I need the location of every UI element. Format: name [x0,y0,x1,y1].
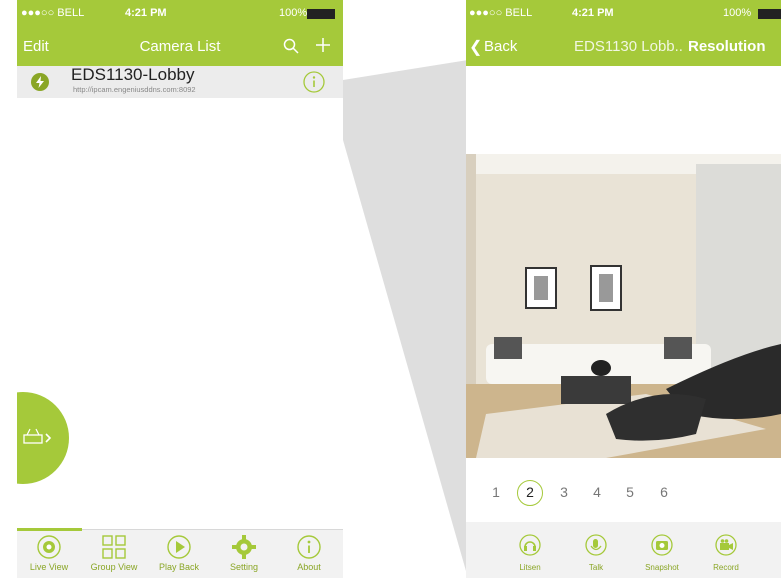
info-icon[interactable] [303,71,325,93]
chevron-left-icon[interactable]: ❮ [469,37,482,57]
tab-label: Group View [90,562,138,572]
camera-list-screen: ●●●○○ BELL 4:21 PM 100% Edit Camera List… [17,0,343,578]
page-3[interactable]: 3 [554,484,574,500]
battery-label: 100% [279,7,308,19]
carrier-label: ●●●○○ BELL [469,7,533,19]
headphones-icon [519,534,541,556]
battery-icon [307,9,335,19]
tab-setting[interactable]: Setting [212,534,276,572]
camera-icon [651,534,673,556]
microphone-icon [585,534,607,556]
lightning-icon [31,73,49,91]
control-label: Snapshot [645,563,679,572]
resolution-button[interactable]: Resolution [688,38,766,55]
listen-button[interactable]: Litsen [500,534,560,572]
page-title: EDS1130 Lobb.. [574,38,683,55]
camera-name: EDS1130-Lobby [71,65,195,84]
window-curtain [696,164,781,374]
info-icon [297,535,321,559]
tab-label: Setting [229,562,259,572]
camera-url: http://ipcam.engeniusddns.com:8092 [73,85,196,94]
video-camera-icon [715,534,737,556]
tab-play-back[interactable]: Play Back [147,534,211,572]
tab-label: Live View [29,562,69,572]
camera-list-item[interactable]: EDS1130-Lobby http://ipcam.engeniusddns.… [17,65,343,98]
nav-bar: Edit Camera List [17,28,343,66]
active-tab-indicator [17,528,82,531]
page-4[interactable]: 4 [587,484,607,500]
camera-live-screen: ●●●○○ BELL 4:21 PM 100% ❮ Back EDS1130 L… [466,0,781,578]
clock: 4:21 PM [572,7,614,19]
add-icon[interactable] [315,37,331,53]
tab-group-view[interactable]: Group View [82,534,146,572]
page-2[interactable]: 2 [520,484,540,500]
tab-label: About [297,562,321,572]
play-icon [167,535,191,559]
control-label: Record [713,563,739,572]
record-button[interactable]: Record [696,534,756,572]
status-bar: ●●●○○ BELL 4:21 PM 100% [17,0,343,28]
battery-icon [758,9,781,19]
page-1[interactable]: 1 [486,484,506,500]
eye-icon [37,535,61,559]
clock: 4:21 PM [125,7,167,19]
gear-icon [232,535,256,559]
tab-bar: Live View Group View Play Back Setting A… [17,528,343,578]
router-fab[interactable] [17,392,69,484]
back-button[interactable]: Back [484,38,517,55]
control-label: Talk [588,563,604,572]
page-5[interactable]: 5 [620,484,640,500]
camera-feed [466,154,781,458]
battery-label: 100% [723,7,752,19]
tab-live-view[interactable]: Live View [17,534,81,572]
grid-icon [102,535,126,559]
zoom-connector [343,60,468,578]
status-bar: ●●●○○ BELL 4:21 PM 100% [466,0,781,28]
talk-button[interactable]: Talk [566,534,626,572]
search-icon[interactable] [283,38,299,54]
carrier-label: ●●●○○ BELL [21,7,85,19]
tab-about[interactable]: About [277,534,341,572]
snapshot-button[interactable]: Snapshot [632,534,692,572]
nav-bar: ❮ Back EDS1130 Lobb.. Resolution [466,28,781,66]
tab-label: Play Back [158,562,200,572]
control-label: Litsen [519,563,541,572]
coffee-table [561,376,631,404]
page-6[interactable]: 6 [654,484,674,500]
router-icon [23,428,52,444]
